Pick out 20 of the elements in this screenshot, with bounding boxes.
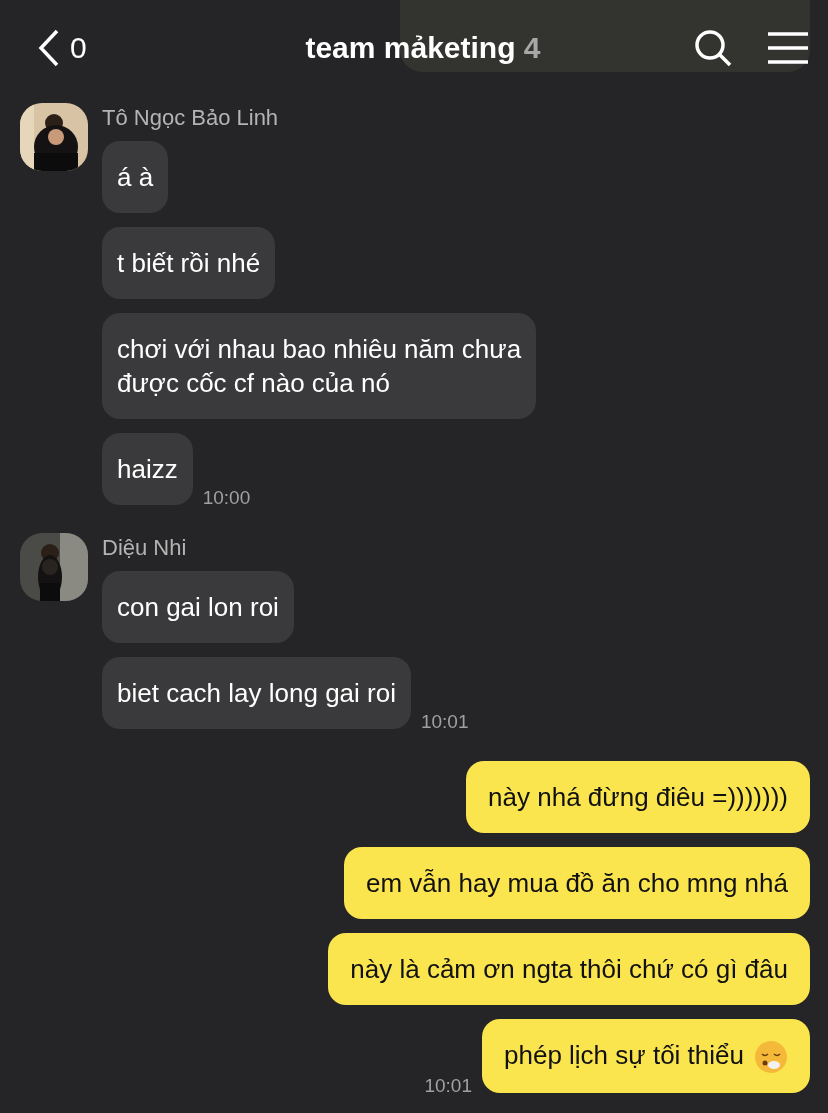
message-bubble: này là cảm ơn ngta thôi chứ có gì đâu [328, 933, 810, 1005]
message-bubble: này nhá đừng điêu =))))))) [466, 761, 810, 833]
message-bubble: á à [102, 141, 169, 213]
chat-title: team mảketing 4 [304, 30, 542, 65]
message-bubble: t biết rồi nhé [102, 227, 276, 299]
message-bubble: phép lịch sự tối thiểu [482, 1019, 810, 1094]
sender-name: Diệu Nhi [102, 535, 188, 561]
timestamp: 10:00 [202, 487, 251, 509]
message-bubble: con gai lon roi [102, 571, 294, 643]
timestamp: 10:01 [420, 711, 469, 733]
message-bubble: haizz [102, 433, 193, 505]
menu-icon[interactable] [768, 31, 808, 64]
message-bubble: chơi với nhau bao nhiêu năm chưa được cốc cf nào của nó [102, 313, 537, 419]
timestamp: 10:01 [424, 1075, 472, 1098]
message-bubble: em vẫn hay mua đồ ăn cho mng nhá [343, 847, 810, 919]
message-bubble: biet cach lay long gai roi [102, 657, 411, 729]
back-icon [38, 28, 60, 67]
search-icon[interactable] [694, 28, 732, 67]
sender-name: Tô Ngọc Bảo Linh [102, 105, 280, 131]
back-button[interactable]: 0 [38, 28, 238, 67]
